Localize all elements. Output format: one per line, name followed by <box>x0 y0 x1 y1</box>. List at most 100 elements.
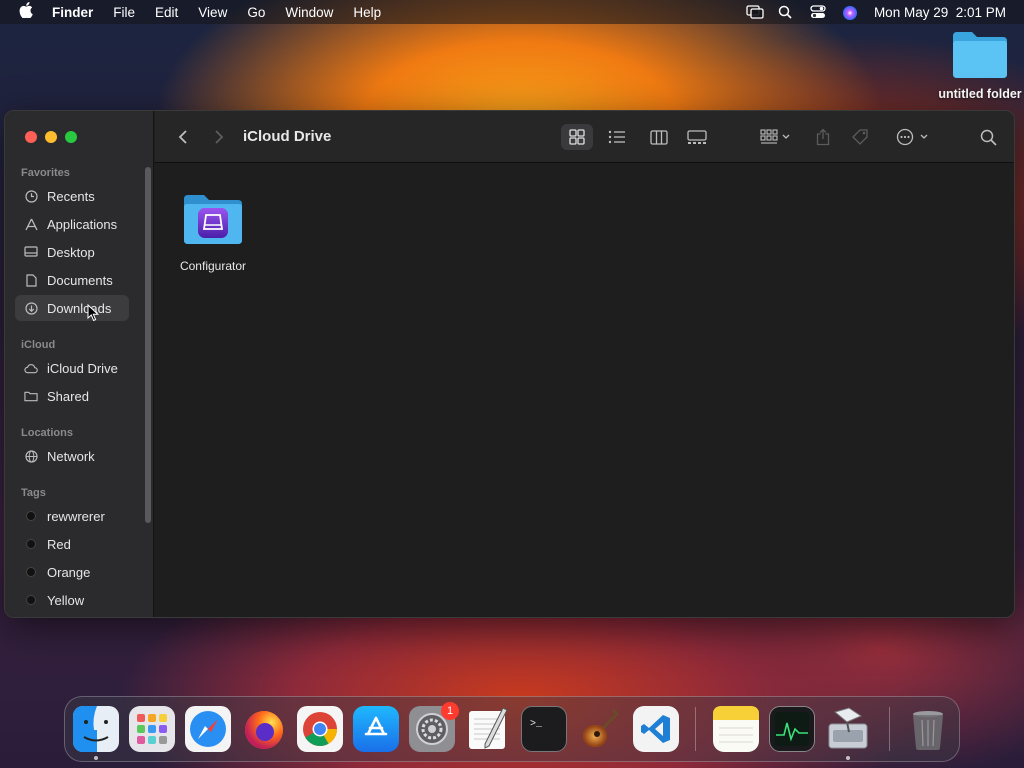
tag-dot-icon <box>26 567 36 577</box>
sidebar-item-recents[interactable]: Recents <box>15 183 129 209</box>
share-icon <box>816 128 830 146</box>
menu-file[interactable]: File <box>103 5 145 20</box>
sidebar-tag-red[interactable]: Red <box>15 531 129 557</box>
notes-icon <box>713 706 759 743</box>
menu-window[interactable]: Window <box>275 5 343 20</box>
globe-icon <box>24 449 38 463</box>
tag-dot-icon <box>26 539 36 549</box>
list-view-button[interactable] <box>601 124 633 150</box>
app-store-icon <box>364 716 388 736</box>
file-item-configurator[interactable]: Configurator <box>173 192 253 273</box>
desktop-folder-untitled[interactable]: untitled folder <box>934 28 1024 101</box>
tags-button[interactable] <box>849 124 873 150</box>
dock-app-system-settings[interactable]: 1 <box>409 702 459 752</box>
sidebar-tag-rewwrerer[interactable]: rewwrerer <box>15 503 129 529</box>
spotlight-search-icon[interactable] <box>778 5 796 19</box>
sidebar-item-documents[interactable]: Documents <box>15 267 129 293</box>
forward-button[interactable] <box>209 126 229 148</box>
dock-app-terminal[interactable]: >_ <box>521 706 567 752</box>
menu-app-finder[interactable]: Finder <box>52 5 103 20</box>
finder-content[interactable]: Configurator <box>155 164 1014 617</box>
svg-text:>_: >_ <box>530 719 543 730</box>
window-title: iCloud Drive <box>243 128 332 145</box>
chevron-right-icon <box>215 130 224 144</box>
dock-app-trash[interactable] <box>905 706 951 752</box>
icon-view-button[interactable] <box>561 124 593 150</box>
sidebar-item-label: Downloads <box>47 300 112 316</box>
dock: 1 >_ <box>64 696 960 762</box>
sidebar-item-label: rewwrerer <box>47 508 105 524</box>
sidebar-item-icloud-drive[interactable]: iCloud Drive <box>15 355 129 381</box>
activity-monitor-icon <box>775 712 809 746</box>
shared-folder-icon <box>24 389 38 403</box>
dock-app-chrome[interactable] <box>297 706 343 752</box>
sidebar-item-network[interactable]: Network <box>15 443 129 469</box>
list-icon <box>608 130 625 144</box>
sidebar-item-label: Desktop <box>47 244 95 260</box>
dock-app-firefox[interactable] <box>241 706 287 752</box>
configurator-folder-icon <box>173 192 253 251</box>
dock-separator <box>889 707 890 751</box>
column-view-button[interactable] <box>643 124 675 150</box>
siri-icon[interactable] <box>842 5 860 20</box>
back-button[interactable] <box>173 126 193 148</box>
sidebar-item-applications[interactable]: Applications <box>15 211 129 237</box>
dock-app-activity-monitor[interactable] <box>769 706 815 752</box>
sidebar-item-label: Red <box>47 536 71 552</box>
running-indicator <box>846 756 850 760</box>
dock-app-safari[interactable] <box>185 706 231 752</box>
firefox-icon <box>245 711 283 749</box>
dock-app-app-store[interactable] <box>353 706 399 752</box>
apple-menu-icon[interactable] <box>0 1 52 23</box>
folder-icon <box>934 28 1024 85</box>
finder-sidebar: Favorites Recents Applications Desktop D… <box>5 111 154 617</box>
more-actions-button[interactable] <box>893 124 933 150</box>
ellipsis-circle-icon <box>896 128 928 146</box>
menu-view[interactable]: View <box>188 5 237 20</box>
zoom-button[interactable] <box>65 131 77 143</box>
control-center-icon[interactable] <box>810 5 828 19</box>
sidebar-item-shared[interactable]: Shared <box>15 383 129 409</box>
share-button[interactable] <box>811 124 835 150</box>
search-button[interactable] <box>975 124 1001 150</box>
sidebar-tag-yellow[interactable]: Yellow <box>15 587 129 613</box>
dock-app-notes[interactable] <box>713 706 759 752</box>
menu-bar: Finder File Edit View Go Window Help Mon… <box>0 0 1024 24</box>
desktop-icon <box>24 245 38 259</box>
sidebar-item-desktop[interactable]: Desktop <box>15 239 129 265</box>
sidebar-header-favorites: Favorites <box>21 167 70 179</box>
dock-app-launchpad[interactable] <box>129 706 175 752</box>
notification-badge: 1 <box>441 702 459 720</box>
sidebar-header-icloud: iCloud <box>21 339 56 351</box>
gallery-view-button[interactable] <box>681 124 713 150</box>
dock-app-vscode[interactable] <box>633 706 679 752</box>
tag-icon <box>852 129 868 145</box>
finder-icon <box>73 706 119 752</box>
menu-clock[interactable]: Mon May 29 2:01 PM <box>874 5 1006 20</box>
menu-help[interactable]: Help <box>343 5 391 20</box>
chevron-left-icon <box>178 130 187 144</box>
minimize-button[interactable] <box>45 131 57 143</box>
screen-mirroring-icon[interactable] <box>746 5 764 19</box>
safari-icon <box>185 706 231 752</box>
desktop-folder-label: untitled folder <box>938 87 1022 101</box>
close-button[interactable] <box>25 131 37 143</box>
clock-icon <box>24 189 38 203</box>
terminal-icon: >_ <box>530 719 543 730</box>
sidebar-scrollbar[interactable] <box>145 167 151 523</box>
dock-app-garageband[interactable] <box>577 706 623 752</box>
group-by-button[interactable] <box>755 124 795 150</box>
dock-app-disk-utility[interactable] <box>825 706 871 752</box>
finder-window: Favorites Recents Applications Desktop D… <box>4 110 1015 618</box>
menu-go[interactable]: Go <box>237 5 275 20</box>
sidebar-tag-orange[interactable]: Orange <box>15 559 129 585</box>
sidebar-item-label: Applications <box>47 216 118 232</box>
sidebar-header-tags: Tags <box>21 487 46 499</box>
sidebar-item-downloads[interactable]: Downloads <box>15 295 129 321</box>
mouse-cursor-icon <box>87 303 100 327</box>
menu-edit[interactable]: Edit <box>145 5 188 20</box>
dock-app-textedit[interactable] <box>465 706 511 752</box>
dock-app-finder[interactable] <box>73 706 119 752</box>
launchpad-icon <box>137 714 167 744</box>
sidebar-item-label: Network <box>47 448 95 464</box>
